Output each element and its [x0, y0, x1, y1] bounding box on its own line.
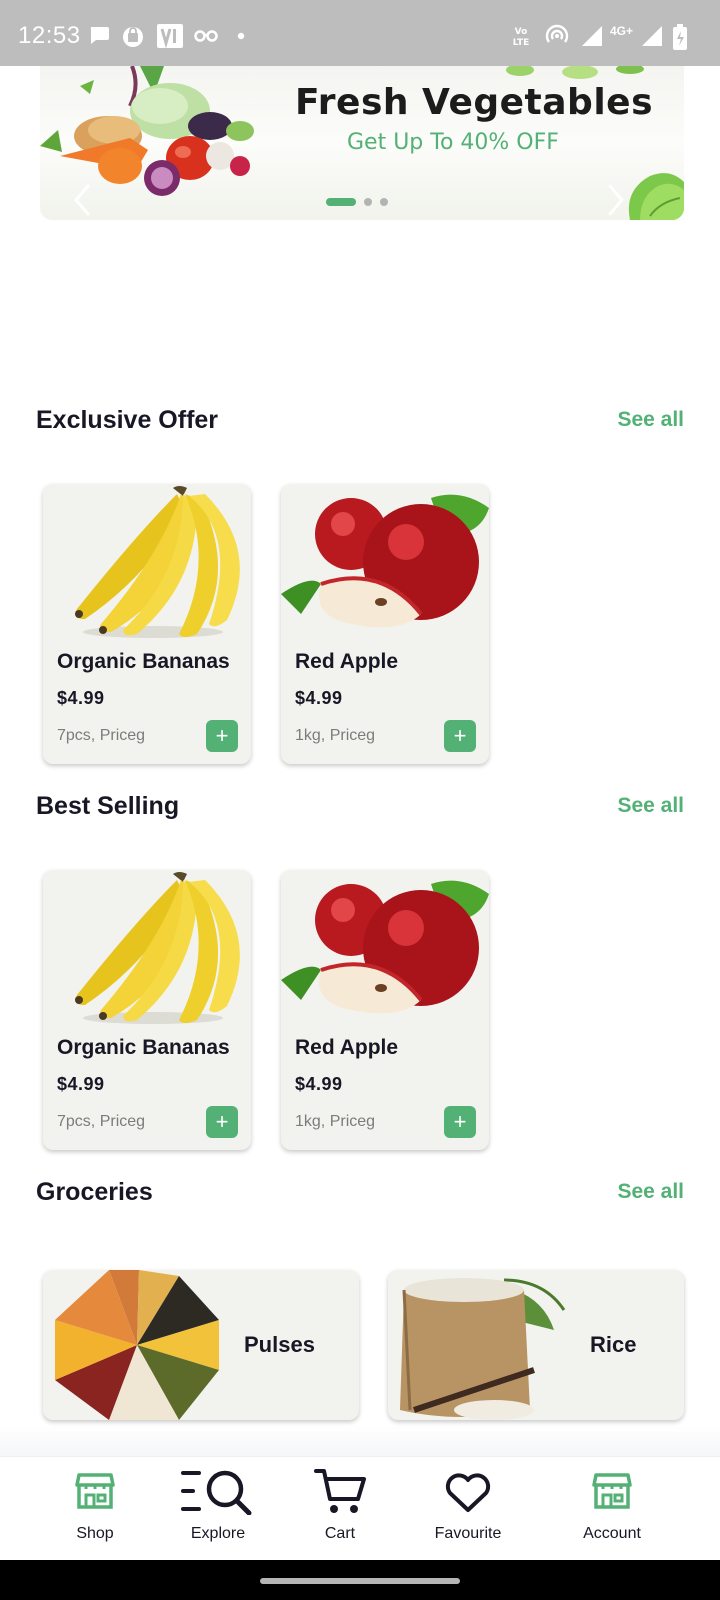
nav-item-shop[interactable]: Shop — [35, 1457, 155, 1561]
nav-label-shop: Shop — [76, 1525, 114, 1542]
product-price: $4.99 — [295, 688, 343, 708]
bottom-navigation: Shop Explore Cart Favourite Account — [0, 1456, 720, 1560]
section-title-best-selling: Best Selling — [36, 792, 180, 820]
product-card-red-apple[interactable]: Red Apple $4.99 1kg, Priceg + — [281, 870, 489, 1150]
banner-title: Fresh Vegetables — [295, 82, 653, 123]
product-name: Organic Bananas — [57, 650, 230, 673]
see-all-groceries-link[interactable]: See all — [617, 1180, 684, 1204]
nav-label-explore: Explore — [190, 1525, 246, 1542]
home-scroll-content[interactable]: Fresh Vegetables Get Up To 40% OFF Exclu… — [0, 66, 720, 1456]
pulses-category-image — [55, 1270, 219, 1420]
status-bar: 12:53 Vo LTE 4G+ — [0, 0, 720, 66]
banana-product-image — [75, 872, 240, 1024]
nav-item-account[interactable]: Account — [552, 1457, 672, 1561]
heart-icon — [445, 1473, 491, 1512]
glasses-notification-icon — [194, 30, 218, 42]
store-icon — [75, 1473, 115, 1509]
banner-subtitle: Get Up To 40% OFF — [347, 130, 559, 155]
product-price: $4.99 — [57, 688, 105, 708]
more-notifications-dot-icon — [237, 32, 245, 40]
section-title-groceries: Groceries — [36, 1178, 153, 1206]
banner-dot-active[interactable] — [326, 198, 356, 206]
banner-dot[interactable] — [380, 198, 388, 206]
product-card-red-apple[interactable]: Red Apple $4.99 1kg, Priceg + — [281, 484, 489, 764]
shopping-bag-notification-icon — [123, 27, 143, 47]
rice-category-image — [400, 1278, 566, 1420]
product-unit: 1kg, Priceg — [295, 1113, 376, 1130]
bottom-fade — [0, 1426, 720, 1456]
product-unit: 7pcs, Priceg — [57, 727, 146, 744]
product-name: Organic Bananas — [57, 1036, 230, 1059]
category-card-pulses[interactable]: Pulses — [43, 1270, 359, 1420]
product-name: Red Apple — [295, 650, 399, 673]
banner-dot[interactable] — [364, 198, 372, 206]
network-type-label: 4G+ — [610, 24, 634, 38]
system-gesture-bar — [0, 1560, 720, 1600]
see-all-exclusive-offer-link[interactable]: See all — [617, 408, 684, 432]
signal-strength-2-icon — [642, 26, 662, 46]
chat-notification-icon — [90, 27, 109, 44]
home-gesture-handle[interactable] — [260, 1578, 460, 1584]
product-card-organic-bananas[interactable]: Organic Bananas $4.99 7pcs, Priceg + — [43, 484, 251, 764]
nav-label-cart: Cart — [324, 1525, 356, 1542]
product-name: Red Apple — [295, 1036, 399, 1059]
category-card-rice[interactable]: Rice — [388, 1270, 684, 1420]
nav-item-favourite[interactable]: Favourite — [408, 1457, 528, 1561]
apple-product-image — [281, 494, 489, 628]
svg-text:Vo: Vo — [515, 27, 528, 37]
svg-text:LTE: LTE — [513, 38, 530, 48]
nav-label-favourite: Favourite — [434, 1525, 502, 1542]
hotspot-icon — [545, 24, 569, 43]
category-label: Rice — [590, 1332, 637, 1357]
product-price: $4.99 — [295, 1074, 343, 1094]
explore-search-icon — [181, 1470, 252, 1515]
product-unit: 7pcs, Priceg — [57, 1113, 146, 1130]
product-card-organic-bananas[interactable]: Organic Bananas $4.99 7pcs, Priceg + — [43, 870, 251, 1150]
volte-icon: Vo LTE — [513, 27, 530, 48]
nav-label-account: Account — [583, 1525, 641, 1542]
banner-pagination — [326, 197, 388, 207]
battery-charging-icon — [673, 24, 687, 50]
section-title-exclusive-offer: Exclusive Offer — [36, 406, 219, 434]
add-to-cart-button[interactable]: + — [444, 720, 476, 752]
herbs-decoration-image — [506, 66, 644, 79]
vi-app-notification-icon — [157, 24, 183, 48]
product-unit: 1kg, Priceg — [295, 727, 376, 744]
add-to-cart-button[interactable]: + — [444, 1106, 476, 1138]
apple-product-image — [281, 880, 489, 1014]
cart-icon — [314, 1469, 366, 1513]
banner-next-arrow-icon[interactable] — [600, 180, 630, 220]
category-label: Pulses — [244, 1332, 315, 1357]
product-price: $4.99 — [57, 1074, 105, 1094]
add-to-cart-button[interactable]: + — [206, 1106, 238, 1138]
nav-item-cart[interactable]: Cart — [280, 1457, 400, 1561]
status-time: 12:53 — [18, 22, 81, 49]
add-to-cart-button[interactable]: + — [206, 720, 238, 752]
store-icon — [592, 1473, 632, 1509]
nav-item-explore[interactable]: Explore — [158, 1457, 278, 1561]
banana-product-image — [75, 486, 240, 638]
see-all-best-selling-link[interactable]: See all — [617, 794, 684, 818]
promo-banner[interactable]: Fresh Vegetables Get Up To 40% OFF — [40, 66, 684, 220]
signal-strength-icon — [582, 26, 602, 46]
banner-prev-arrow-icon[interactable] — [68, 180, 98, 220]
